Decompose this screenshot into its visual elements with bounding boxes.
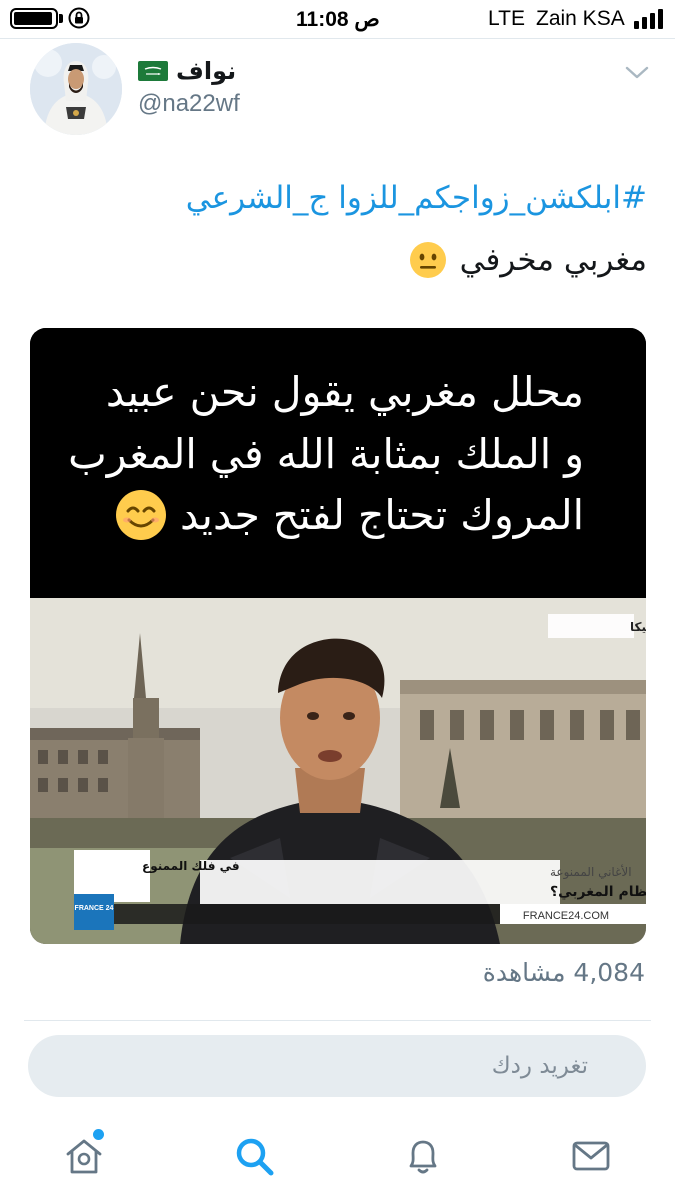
tab-home[interactable] xyxy=(62,1134,106,1178)
chevron-down-icon[interactable] xyxy=(624,64,650,82)
carrier-name: Zain KSA xyxy=(536,7,625,30)
envelope-icon xyxy=(572,1141,610,1171)
ticker-text: ماذا يقول "الحاقد" للنظام المغربي؟ xyxy=(550,884,646,900)
home-badge-dot xyxy=(93,1129,104,1140)
neutral-face-emoji-icon xyxy=(409,242,446,278)
view-count-number: 4,084 xyxy=(573,958,645,987)
view-count-label: مشاهدة xyxy=(482,958,566,987)
home-icon xyxy=(66,1139,102,1174)
bell-icon xyxy=(409,1140,437,1174)
caption-line-2: و الملك بمثابة الله في المغرب xyxy=(68,430,584,478)
view-count: 4,084 مشاهدة xyxy=(483,958,645,987)
hashtag-link[interactable]: #ابلكشن_زواجكم_للزوا ج_الشرعي xyxy=(186,180,647,216)
tab-messages[interactable] xyxy=(569,1134,613,1178)
caption-line-1: محلل مغربي يقول نحن عبيد xyxy=(105,368,584,416)
tab-bar xyxy=(0,1118,675,1200)
ticker-title: الأغاني الممنوعة xyxy=(550,864,632,880)
display-name-row: نواف xyxy=(138,56,236,86)
signal-strength-icon xyxy=(634,9,663,29)
tab-notifications[interactable] xyxy=(401,1134,445,1178)
rotation-lock-icon xyxy=(68,7,90,29)
caption-line-3-row: المروك تحتاج لفتح جديد xyxy=(114,488,584,542)
channel-url: FRANCE24.COM xyxy=(523,910,609,922)
tweet-text-row: مغربي مخرفي xyxy=(408,238,647,282)
tab-search[interactable] xyxy=(232,1134,276,1178)
battery-tip xyxy=(59,14,63,23)
search-icon xyxy=(236,1138,274,1176)
saudi-flag-icon xyxy=(138,61,168,81)
channel-logo: FRANCE 24 xyxy=(75,905,114,912)
video-frame[interactable]: بروكسل، بلجيكا الأغاني الممنوعة ماذا يقو… xyxy=(30,598,646,944)
video-media[interactable]: محلل مغربي يقول نحن عبيد و الملك بمثابة … xyxy=(30,328,646,944)
show-name: في فلك الممنوع xyxy=(142,859,240,874)
tweet-text: مغربي مخرفي xyxy=(459,242,647,278)
display-name[interactable]: نواف xyxy=(176,57,236,85)
status-bar: 11:08 ص LTE Zain KSA xyxy=(0,0,675,38)
tweet-detail-screen: 11:08 ص LTE Zain KSA نواف @na22wf #ابلكش… xyxy=(0,0,675,1200)
avatar[interactable] xyxy=(30,43,122,135)
battery-level xyxy=(14,12,52,25)
reply-box[interactable] xyxy=(28,1035,646,1097)
reply-input[interactable] xyxy=(28,1035,646,1097)
caption-line-3: المروك تحتاج لفتح جديد xyxy=(180,491,584,539)
divider xyxy=(24,1020,651,1021)
video-caption-box: محلل مغربي يقول نحن عبيد و الملك بمثابة … xyxy=(30,328,646,598)
avatar-image xyxy=(30,43,122,135)
smiling-face-emoji-icon xyxy=(116,490,167,540)
username[interactable]: @na22wf xyxy=(138,90,240,118)
location-tag: بروكسل، بلجيكا xyxy=(630,620,646,635)
network-type: LTE xyxy=(488,7,525,30)
battery-icon xyxy=(10,8,58,29)
top-divider xyxy=(0,38,675,39)
status-time: 11:08 ص xyxy=(296,8,380,31)
